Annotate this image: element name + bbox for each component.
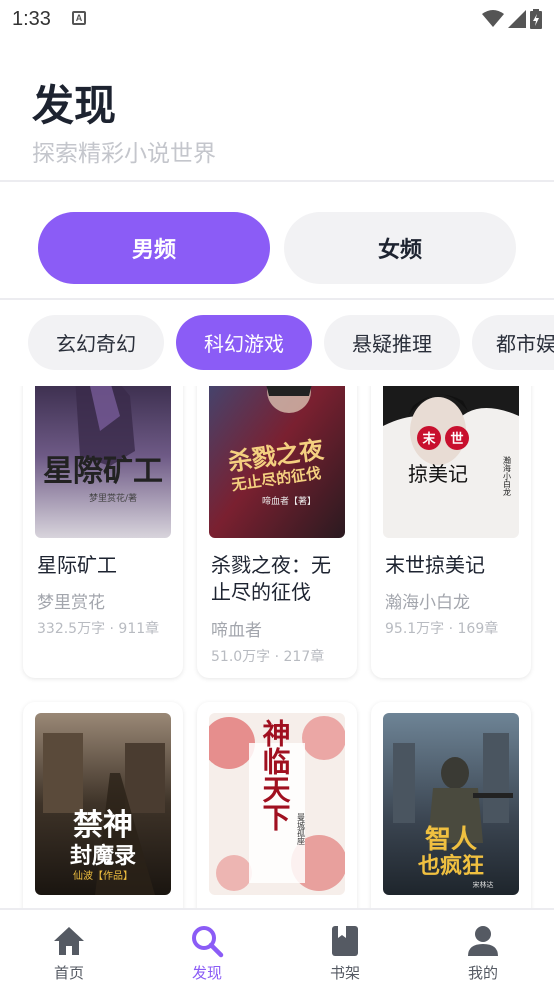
book-stats: 51.0万字 · 217章 — [211, 649, 325, 665]
book-author: 啼血者 — [211, 621, 262, 641]
book-cover: 神临天下 曼城孤座 — [209, 713, 345, 895]
category-scifi-games[interactable]: 科幻游戏 — [176, 315, 312, 370]
tab-female[interactable]: 女频 — [284, 212, 516, 284]
book-card[interactable]: 杀戮之夜 无止尽的征伐 啼血者【著】 杀戮之夜：无止尽的征伐 啼血者 51.0万… — [197, 386, 357, 678]
page-header: 发现 探索精彩小说世界 — [0, 40, 554, 182]
nav-home[interactable]: 首页 — [0, 910, 138, 984]
book-stats: 95.1万字 · 169章 — [385, 621, 499, 637]
book-grid: 星際矿工 梦里赏花/著 星际矿工 梦里赏花 332.5万字 · 911章 杀戮之… — [0, 386, 554, 908]
cover-subtitle: 封魔录 — [70, 843, 136, 869]
category-fantasy[interactable]: 玄幻奇幻 — [28, 315, 164, 370]
search-icon — [192, 926, 224, 958]
book-title: 杀戮之夜：无止尽的征伐 — [211, 553, 331, 604]
cover-badge: 末 — [421, 431, 436, 447]
category-tabs: 玄幻奇幻 科幻游戏 悬疑推理 都市娱乐 — [0, 315, 554, 370]
status-icons — [482, 9, 542, 29]
cover-title: 智人 — [425, 825, 477, 855]
book-cover: 智人 也疯狂 宋林达 — [383, 713, 519, 895]
nav-bookshelf-label: 书架 — [329, 964, 360, 982]
status-time: 1:33 — [12, 8, 51, 30]
bottom-nav: 首页 发现 书架 我的 — [0, 908, 554, 984]
cover-author: 曼城孤座 — [297, 813, 306, 846]
signal-icon — [508, 10, 526, 28]
cover-author: 梦里赏花/著 — [89, 492, 137, 504]
nav-profile[interactable]: 我的 — [414, 910, 552, 984]
cover-title: 星際矿工 — [43, 454, 163, 489]
battery-icon — [530, 9, 542, 29]
status-bar: 1:33 A — [0, 0, 554, 40]
page-subtitle: 探索精彩小说世界 — [32, 141, 216, 167]
profile-icon — [468, 926, 498, 956]
cover-author: 宋林达 — [473, 880, 494, 889]
cover-author: 啼血者【著】 — [262, 495, 316, 507]
wifi-icon — [482, 10, 504, 27]
nav-bookshelf[interactable]: 书架 — [276, 910, 414, 984]
cover-title: 禁神 — [73, 808, 133, 843]
nav-home-label: 首页 — [53, 964, 84, 982]
book-author: 梦里赏花 — [37, 593, 105, 613]
tab-male[interactable]: 男频 — [38, 212, 270, 284]
book-title: 末世掠美记 — [385, 553, 485, 577]
book-author: 瀚海小白龙 — [385, 593, 470, 613]
book-card[interactable]: 末 世 掠美记 瀚海小白龙 末世掠美记 瀚海小白龙 95.1万字 · 169章 — [371, 386, 531, 678]
book-card[interactable]: 禁神 封魔录 仙波【作品】 — [23, 702, 183, 908]
book-title: 星际矿工 — [37, 553, 117, 577]
book-card[interactable]: 星際矿工 梦里赏花/著 星际矿工 梦里赏花 332.5万字 · 911章 — [23, 386, 183, 678]
cover-author: 瀚海小白龙 — [503, 455, 512, 497]
nav-discover-label: 发现 — [191, 964, 222, 982]
cover-title: 神临天下 — [259, 719, 292, 831]
notification-icon: A — [72, 11, 86, 25]
cover-badge: 世 — [450, 431, 463, 447]
bookshelf-icon — [332, 926, 358, 956]
cover-title: 掠美记 — [408, 462, 468, 486]
page-title: 发现 — [32, 81, 117, 130]
cover-author: 仙波【作品】 — [73, 869, 133, 882]
book-cover: 禁神 封魔录 仙波【作品】 — [35, 713, 171, 895]
category-mystery[interactable]: 悬疑推理 — [324, 315, 460, 370]
book-stats: 332.5万字 · 911章 — [37, 621, 160, 637]
nav-profile-label: 我的 — [467, 964, 498, 982]
divider — [0, 298, 554, 300]
gender-tabs: 男频 女频 — [38, 212, 516, 284]
book-card[interactable]: 神临天下 曼城孤座 — [197, 702, 357, 908]
book-cover: 星際矿工 梦里赏花/著 — [35, 386, 171, 538]
book-card[interactable]: 智人 也疯狂 宋林达 — [371, 702, 531, 908]
category-urban[interactable]: 都市娱乐 — [472, 315, 554, 370]
book-cover: 末 世 掠美记 瀚海小白龙 — [383, 386, 519, 538]
home-icon — [54, 927, 84, 955]
book-cover: 杀戮之夜 无止尽的征伐 啼血者【著】 — [209, 386, 345, 538]
cover-subtitle: 也疯狂 — [418, 853, 484, 879]
nav-discover[interactable]: 发现 — [138, 910, 276, 984]
